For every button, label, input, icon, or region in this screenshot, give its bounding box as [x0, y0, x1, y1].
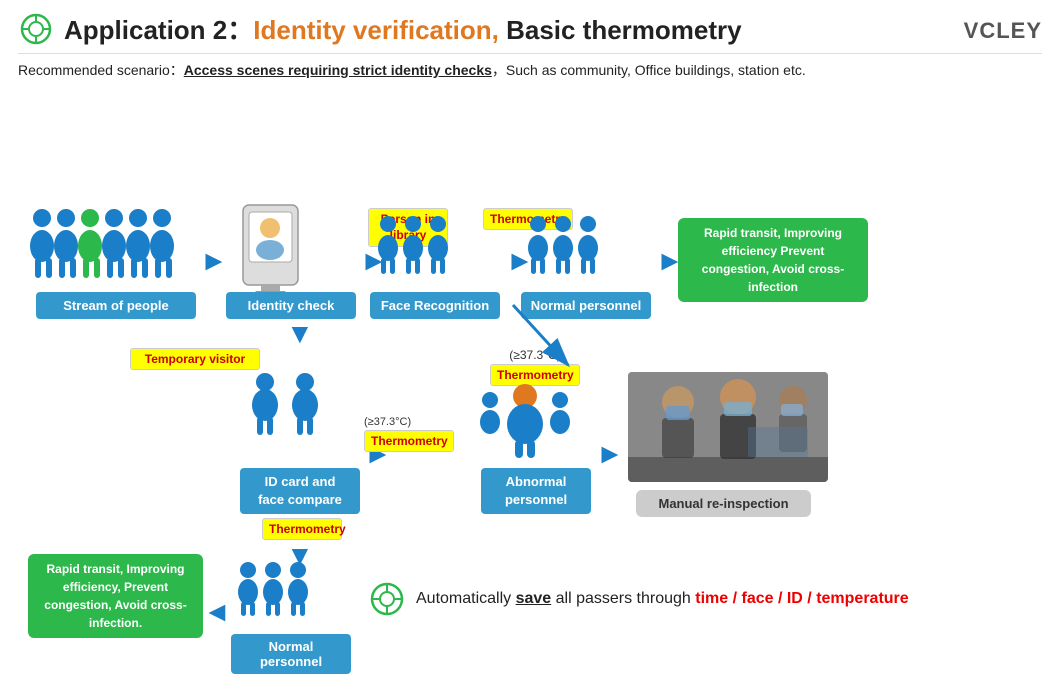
arrow-down-1: ▼ [286, 318, 314, 350]
manual-reinspection-label: Manual re-inspection [636, 490, 811, 517]
device-icon [233, 200, 308, 305]
normal-personnel-bottom-label: Normal personnel [231, 634, 351, 674]
bottom-save-text: Automatically save all passers through t… [416, 590, 909, 608]
id-compare-label: ID card and face compare [240, 468, 360, 514]
header: Application 2：Identity verification, Bas… [18, 10, 1042, 54]
temp-thresh-label: (≥37.3°C) [364, 416, 411, 428]
face-recog-people-icon [373, 210, 463, 290]
page: Application 2：Identity verification, Bas… [0, 0, 1060, 599]
header-title: Application 2：Identity verification, Bas… [64, 10, 964, 47]
identity-text: Identity verification, [253, 15, 499, 45]
temp-visitor-label: Temporary visitor [130, 348, 260, 370]
id-compare-people-icon [240, 370, 330, 450]
app-icon [18, 11, 54, 47]
stream-people-icon [30, 200, 175, 295]
stream-label: Stream of people [36, 292, 196, 319]
bottom-save-text-area: Automatically save all passers through t… [368, 580, 909, 618]
arrow-6: ► [596, 438, 624, 470]
normal-people-icon [523, 210, 613, 290]
basic-text: Basic thermometry [499, 15, 742, 45]
scenario-text: Recommended scenario：Access scenes requi… [18, 60, 1042, 80]
thermometry-label-4: Thermometry [364, 430, 454, 452]
normal-people-bottom-icon [233, 558, 323, 633]
diagram: Stream of people ► Identity check [18, 90, 1042, 580]
abnormal-people-icon [480, 382, 570, 467]
identity-check-label: Identity check [226, 292, 356, 319]
app-number: Application 2： [64, 15, 253, 45]
scope-icon [368, 580, 406, 618]
logo: VCLEY [964, 13, 1042, 45]
abnormal-label: Abnormal personnel [481, 468, 591, 514]
green-result-bottom: Rapid transit, Improving efficiency, Pre… [28, 554, 203, 638]
green-result-top: Rapid transit, Improving efficiency Prev… [678, 218, 868, 302]
manual-inspection-photo [628, 372, 828, 482]
face-recognition-label: Face Recognition [370, 292, 500, 319]
arrow-1: ► [200, 245, 228, 277]
thermometry-label-3: Thermometry [262, 518, 342, 540]
arrow-left-1: ► [203, 596, 231, 628]
diagonal-arrow-svg [508, 300, 588, 380]
